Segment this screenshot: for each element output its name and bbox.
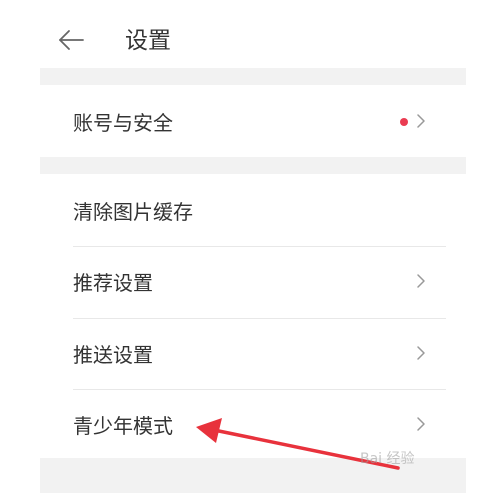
- header-bar: 设置: [0, 0, 482, 68]
- settings-row-recommend[interactable]: 推荐设置: [40, 247, 466, 318]
- row-label: 清除图片缓存: [73, 200, 193, 224]
- row-label: 推送设置: [73, 343, 153, 367]
- chevron-right-icon: [417, 114, 425, 128]
- chevron-right-icon: [417, 346, 425, 360]
- watermark: Bai 经验: [360, 451, 415, 467]
- row-label: 推荐设置: [73, 271, 153, 295]
- settings-row-clear-cache[interactable]: 清除图片缓存: [40, 174, 466, 246]
- settings-row-push[interactable]: 推送设置: [40, 319, 466, 389]
- arrow-left-icon: [59, 30, 84, 50]
- page-title: 设置: [125, 28, 171, 54]
- chevron-right-icon: [417, 274, 425, 288]
- row-label: 账号与安全: [73, 111, 173, 135]
- row-label: 青少年模式: [73, 414, 173, 438]
- settings-row-account-security[interactable]: 账号与安全: [40, 85, 466, 157]
- notification-dot: [400, 118, 408, 126]
- section-gap: [40, 68, 466, 85]
- chevron-right-icon: [417, 417, 425, 431]
- back-button[interactable]: [56, 26, 86, 54]
- section-gap: [40, 157, 466, 174]
